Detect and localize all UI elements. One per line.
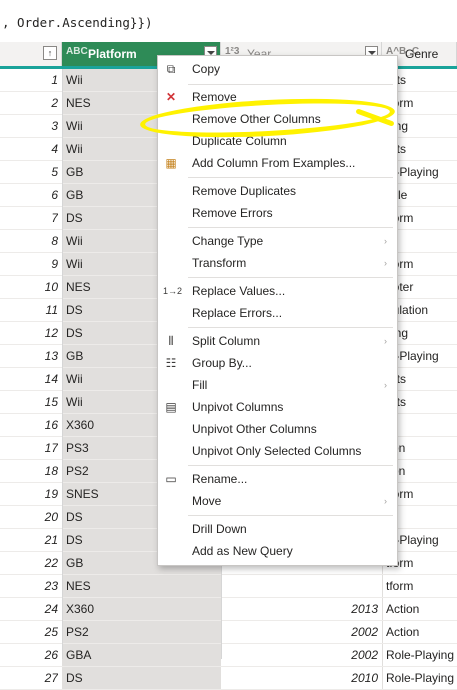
genre-cell[interactable]: Action xyxy=(382,621,457,643)
unpivot-icon: ▤ xyxy=(165,400,177,414)
menu-item-remove-duplicates[interactable]: Remove Duplicates xyxy=(158,180,397,202)
rename-icon: ▭ xyxy=(165,472,177,486)
platform-cell[interactable]: DS xyxy=(62,667,221,689)
menu-item-unpivot-columns[interactable]: ▤ Unpivot Columns xyxy=(158,396,397,418)
row-index: 24 xyxy=(44,602,58,616)
platform-header-label: Platform xyxy=(88,47,137,61)
genre-cell[interactable]: Role-Playing xyxy=(382,667,457,689)
formula-bar[interactable]: , Order.Ascending}}) xyxy=(0,0,457,40)
platform-cell[interactable]: X360 xyxy=(62,598,221,620)
row-index: 22 xyxy=(44,556,58,570)
row-index: 27 xyxy=(44,671,58,685)
chevron-right-icon: › xyxy=(384,496,387,506)
menu-item-unpivot-other-columns[interactable]: Unpivot Other Columns xyxy=(158,418,397,440)
row-index: 1 xyxy=(51,73,58,87)
copy-icon: ⧉ xyxy=(166,62,176,76)
chevron-right-icon: › xyxy=(384,236,387,246)
platform-cell[interactable]: GBA xyxy=(62,644,221,666)
menu-item-replace-errors[interactable]: Replace Errors... xyxy=(158,302,397,324)
year-cell[interactable] xyxy=(221,575,378,597)
menu-item-move[interactable]: Move › xyxy=(158,490,397,512)
chevron-right-icon: › xyxy=(384,380,387,390)
table-row[interactable]: 23 NES tform xyxy=(0,575,457,598)
menu-item-fill[interactable]: Fill › xyxy=(158,374,397,396)
formula-text[interactable]: , Order.Ascending}}) xyxy=(2,15,153,30)
row-index: 26 xyxy=(44,648,58,662)
row-index: 6 xyxy=(51,188,58,202)
year-cell[interactable]: 2002 xyxy=(221,621,378,643)
menu-item-drill-down[interactable]: Drill Down xyxy=(158,518,397,540)
row-index: 19 xyxy=(44,487,58,501)
add-column-examples-icon: ▦ xyxy=(165,156,177,170)
genre-cell[interactable]: Action xyxy=(382,598,457,620)
row-index: 15 xyxy=(44,395,58,409)
menu-item-split-column[interactable]: ⫴ Split Column › xyxy=(158,330,397,352)
row-index: 10 xyxy=(44,280,58,294)
row-index: 3 xyxy=(51,119,58,133)
row-index: 23 xyxy=(44,579,58,593)
row-index: 4 xyxy=(51,142,58,156)
row-index: 12 xyxy=(44,326,58,340)
remove-column-icon: ✕ xyxy=(165,90,177,104)
menu-item-rename[interactable]: ▭ Rename... xyxy=(158,468,397,490)
table-row[interactable]: 24 X360 2013 Action xyxy=(0,598,457,621)
menu-item-replace-values[interactable]: 1→2 Replace Values... xyxy=(158,280,397,302)
row-index: 25 xyxy=(44,625,58,639)
replace-values-icon: 1→2 xyxy=(163,286,183,296)
menu-item-change-type[interactable]: Change Type › xyxy=(158,230,397,252)
menu-item-add-column-from-examples[interactable]: ▦ Add Column From Examples... xyxy=(158,152,397,174)
genre-cell[interactable]: Role-Playing xyxy=(382,644,457,666)
row-index: 9 xyxy=(51,257,58,271)
row-index: 5 xyxy=(51,165,58,179)
menu-item-copy[interactable]: ⧉ Copy xyxy=(158,58,397,80)
genre-header-label: Genre xyxy=(405,47,439,61)
platform-cell[interactable]: NES xyxy=(62,575,221,597)
menu-item-group-by[interactable]: ☷ Group By... xyxy=(158,352,397,374)
split-column-icon: ⫴ xyxy=(168,334,174,348)
index-header: ↑ xyxy=(0,42,62,66)
chevron-right-icon: › xyxy=(384,258,387,268)
table-row[interactable]: 25 PS2 2002 Action xyxy=(0,621,457,644)
row-index: 16 xyxy=(44,418,58,432)
row-index: 13 xyxy=(44,349,58,363)
row-index: 21 xyxy=(44,533,58,547)
menu-item-remove-errors[interactable]: Remove Errors xyxy=(158,202,397,224)
text-type-icon[interactable]: ABC xyxy=(66,46,88,57)
sort-icon[interactable]: ↑ xyxy=(43,46,57,60)
row-index: 8 xyxy=(51,234,58,248)
row-index: 20 xyxy=(44,510,58,524)
menu-item-add-as-new-query[interactable]: Add as New Query xyxy=(158,540,397,562)
row-index: 18 xyxy=(44,464,58,478)
row-index: 17 xyxy=(44,441,58,455)
row-index: 11 xyxy=(45,303,58,317)
menu-item-unpivot-selected-columns[interactable]: Unpivot Only Selected Columns xyxy=(158,440,397,462)
year-cell[interactable]: 2013 xyxy=(221,598,378,620)
row-index: 2 xyxy=(51,96,58,110)
row-index: 7 xyxy=(51,211,58,225)
year-cell[interactable]: 2010 xyxy=(221,667,378,689)
menu-item-transform[interactable]: Transform › xyxy=(158,252,397,274)
row-index: 14 xyxy=(44,372,58,386)
group-by-icon: ☷ xyxy=(165,356,177,370)
genre-cell[interactable]: tform xyxy=(382,575,457,597)
table-row[interactable]: 27 DS 2010 Role-Playing xyxy=(0,667,457,690)
table-row[interactable]: 26 GBA 2002 Role-Playing xyxy=(0,644,457,667)
year-cell[interactable]: 2002 xyxy=(221,644,378,666)
platform-cell[interactable]: PS2 xyxy=(62,621,221,643)
chevron-right-icon: › xyxy=(384,336,387,346)
